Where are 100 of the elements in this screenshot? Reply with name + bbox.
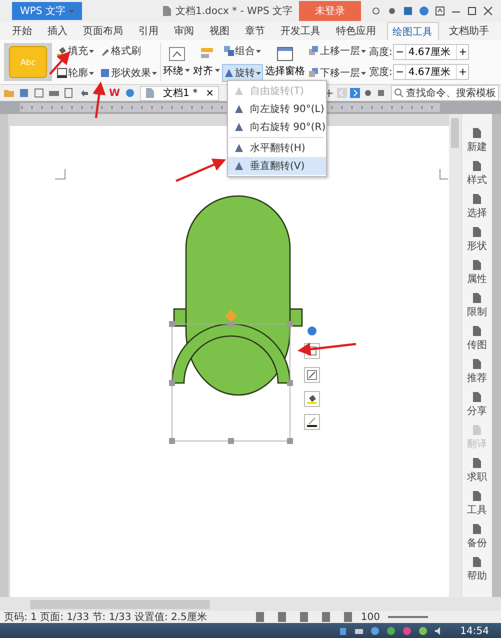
- layout-icon: [307, 346, 317, 356]
- document-icon: [472, 524, 482, 534]
- ribbon-tab[interactable]: 绘图工具: [386, 22, 439, 40]
- tray-icon: [370, 626, 380, 636]
- menu-item[interactable]: 向左旋转 90°(L): [228, 100, 326, 118]
- paint-bucket-icon: [57, 46, 67, 56]
- align-icon: [198, 46, 214, 60]
- sidebar-item[interactable]: 备份: [467, 524, 487, 557]
- search-field[interactable]: 查找命令、搜索模板: [391, 85, 499, 101]
- selection-pane-button[interactable]: 选择窗格: [264, 46, 306, 78]
- ribbon-tab[interactable]: 审阅: [168, 22, 199, 40]
- sidebar-item[interactable]: 限制: [467, 293, 487, 326]
- ring-icon: [371, 6, 381, 16]
- decrement-button[interactable]: −: [394, 46, 406, 58]
- caret-icon: [152, 72, 157, 74]
- ribbon-tab[interactable]: 视图: [204, 22, 234, 40]
- selected-shape-drawing[interactable]: [169, 195, 303, 444]
- size-spinner[interactable]: − 4.67厘米 +: [393, 44, 470, 60]
- corner-mark: [54, 168, 66, 180]
- maximize-icon: [467, 6, 477, 16]
- fill-color-button[interactable]: [304, 391, 320, 407]
- pen-icon: [307, 417, 317, 427]
- decrement-button[interactable]: −: [394, 66, 406, 78]
- view-icon: [276, 612, 287, 622]
- document-icon: [472, 161, 482, 171]
- caret-icon: [361, 72, 366, 74]
- ribbon-tab[interactable]: 页面布局: [78, 22, 128, 40]
- menu-item[interactable]: 水平翻转(H): [228, 139, 326, 157]
- sidebar-item[interactable]: 形状: [467, 227, 487, 260]
- line-color-button[interactable]: [304, 414, 320, 430]
- caret-icon: [69, 10, 74, 12]
- size-field[interactable]: 4.67厘米: [405, 45, 458, 59]
- document-icon: [472, 128, 482, 138]
- format-painter-button[interactable]: 格式刷: [98, 42, 143, 60]
- sidebar-item[interactable]: 工具: [467, 491, 487, 524]
- ribbon-tab[interactable]: 特色应用: [331, 22, 382, 40]
- ribbon-tab[interactable]: 开始: [6, 22, 37, 40]
- ribbon-tab[interactable]: 插入: [42, 22, 72, 40]
- tray-icon: [402, 626, 412, 636]
- outline-button[interactable]: 轮廓: [55, 64, 96, 82]
- annotation-arrow: [297, 342, 356, 356]
- next-icon: [350, 88, 360, 98]
- rotate-button[interactable]: 旋转: [222, 64, 263, 82]
- collapse-icon[interactable]: [308, 326, 316, 336]
- edit-button[interactable]: [304, 367, 320, 383]
- paint-bucket-icon: [307, 394, 317, 404]
- scrollbar-thumb[interactable]: [30, 600, 210, 608]
- pane-icon: [277, 46, 293, 60]
- caret-icon: [89, 50, 94, 52]
- folder-icon: [4, 88, 14, 98]
- align-button[interactable]: 对齐: [192, 46, 221, 78]
- sidebar-item[interactable]: 选择: [467, 194, 487, 227]
- zoom-level[interactable]: 100: [360, 612, 380, 622]
- menu-item[interactable]: 垂直翻转(V): [228, 157, 326, 175]
- view-icon: [298, 612, 309, 622]
- pen-icon: [57, 68, 67, 78]
- ribbon-tab[interactable]: 开发工具: [275, 22, 326, 40]
- shape-effects-button[interactable]: 形状效果: [98, 64, 159, 82]
- document-icon: [472, 491, 482, 501]
- wrap-button[interactable]: 环绕: [162, 46, 191, 78]
- document-icon: [472, 194, 482, 204]
- sidebar-item[interactable]: 属性: [467, 260, 487, 293]
- ribbon-tab[interactable]: 文档助手: [444, 22, 494, 40]
- size-field[interactable]: 4.67厘米: [405, 65, 458, 79]
- wrap-icon: [168, 46, 184, 60]
- view-icon: [342, 612, 353, 622]
- view-icon: [320, 612, 331, 622]
- clock: 14:54: [460, 626, 489, 636]
- scrollbar-thumb[interactable]: [451, 118, 459, 148]
- sidebar-item[interactable]: 求职: [467, 458, 487, 491]
- document-icon: [472, 227, 482, 237]
- caret-icon: [89, 72, 94, 74]
- search-icon: [394, 88, 404, 98]
- brush-icon: [100, 46, 110, 56]
- increment-button[interactable]: +: [457, 66, 468, 78]
- document-icon: [472, 260, 482, 270]
- document-icon: [472, 359, 482, 369]
- wps-logo[interactable]: W: [109, 88, 120, 98]
- tray-icon: [386, 626, 396, 636]
- sidebar-item[interactable]: 样式: [467, 161, 487, 194]
- group-button[interactable]: 组合: [222, 42, 263, 60]
- menu-item[interactable]: 向右旋转 90°(R): [228, 118, 326, 136]
- size-spinner[interactable]: − 4.67厘米 +: [393, 64, 470, 80]
- ribbon-tab[interactable]: 章节: [240, 22, 270, 40]
- sidebar-item[interactable]: 分享: [467, 392, 487, 425]
- app-menu-button[interactable]: WPS 文字: [12, 2, 82, 20]
- sidebar-item[interactable]: 新建: [467, 128, 487, 161]
- tray-icon: [418, 626, 428, 636]
- ribbon-tab[interactable]: 引用: [133, 22, 164, 40]
- layer-down-icon: [309, 68, 319, 78]
- document-tab[interactable]: 文档1 * ×: [140, 86, 219, 100]
- increment-button[interactable]: +: [457, 46, 468, 58]
- preview-icon: [64, 88, 74, 98]
- sidebar-item[interactable]: 帮助: [467, 557, 487, 590]
- previous-icon: [337, 88, 347, 98]
- sidebar-item[interactable]: 推荐: [467, 359, 487, 392]
- sidebar-item[interactable]: 传图: [467, 326, 487, 359]
- view-icon: [254, 612, 265, 622]
- bring-forward-button[interactable]: 上移一层: [307, 42, 368, 60]
- rotate-icon: [224, 68, 234, 78]
